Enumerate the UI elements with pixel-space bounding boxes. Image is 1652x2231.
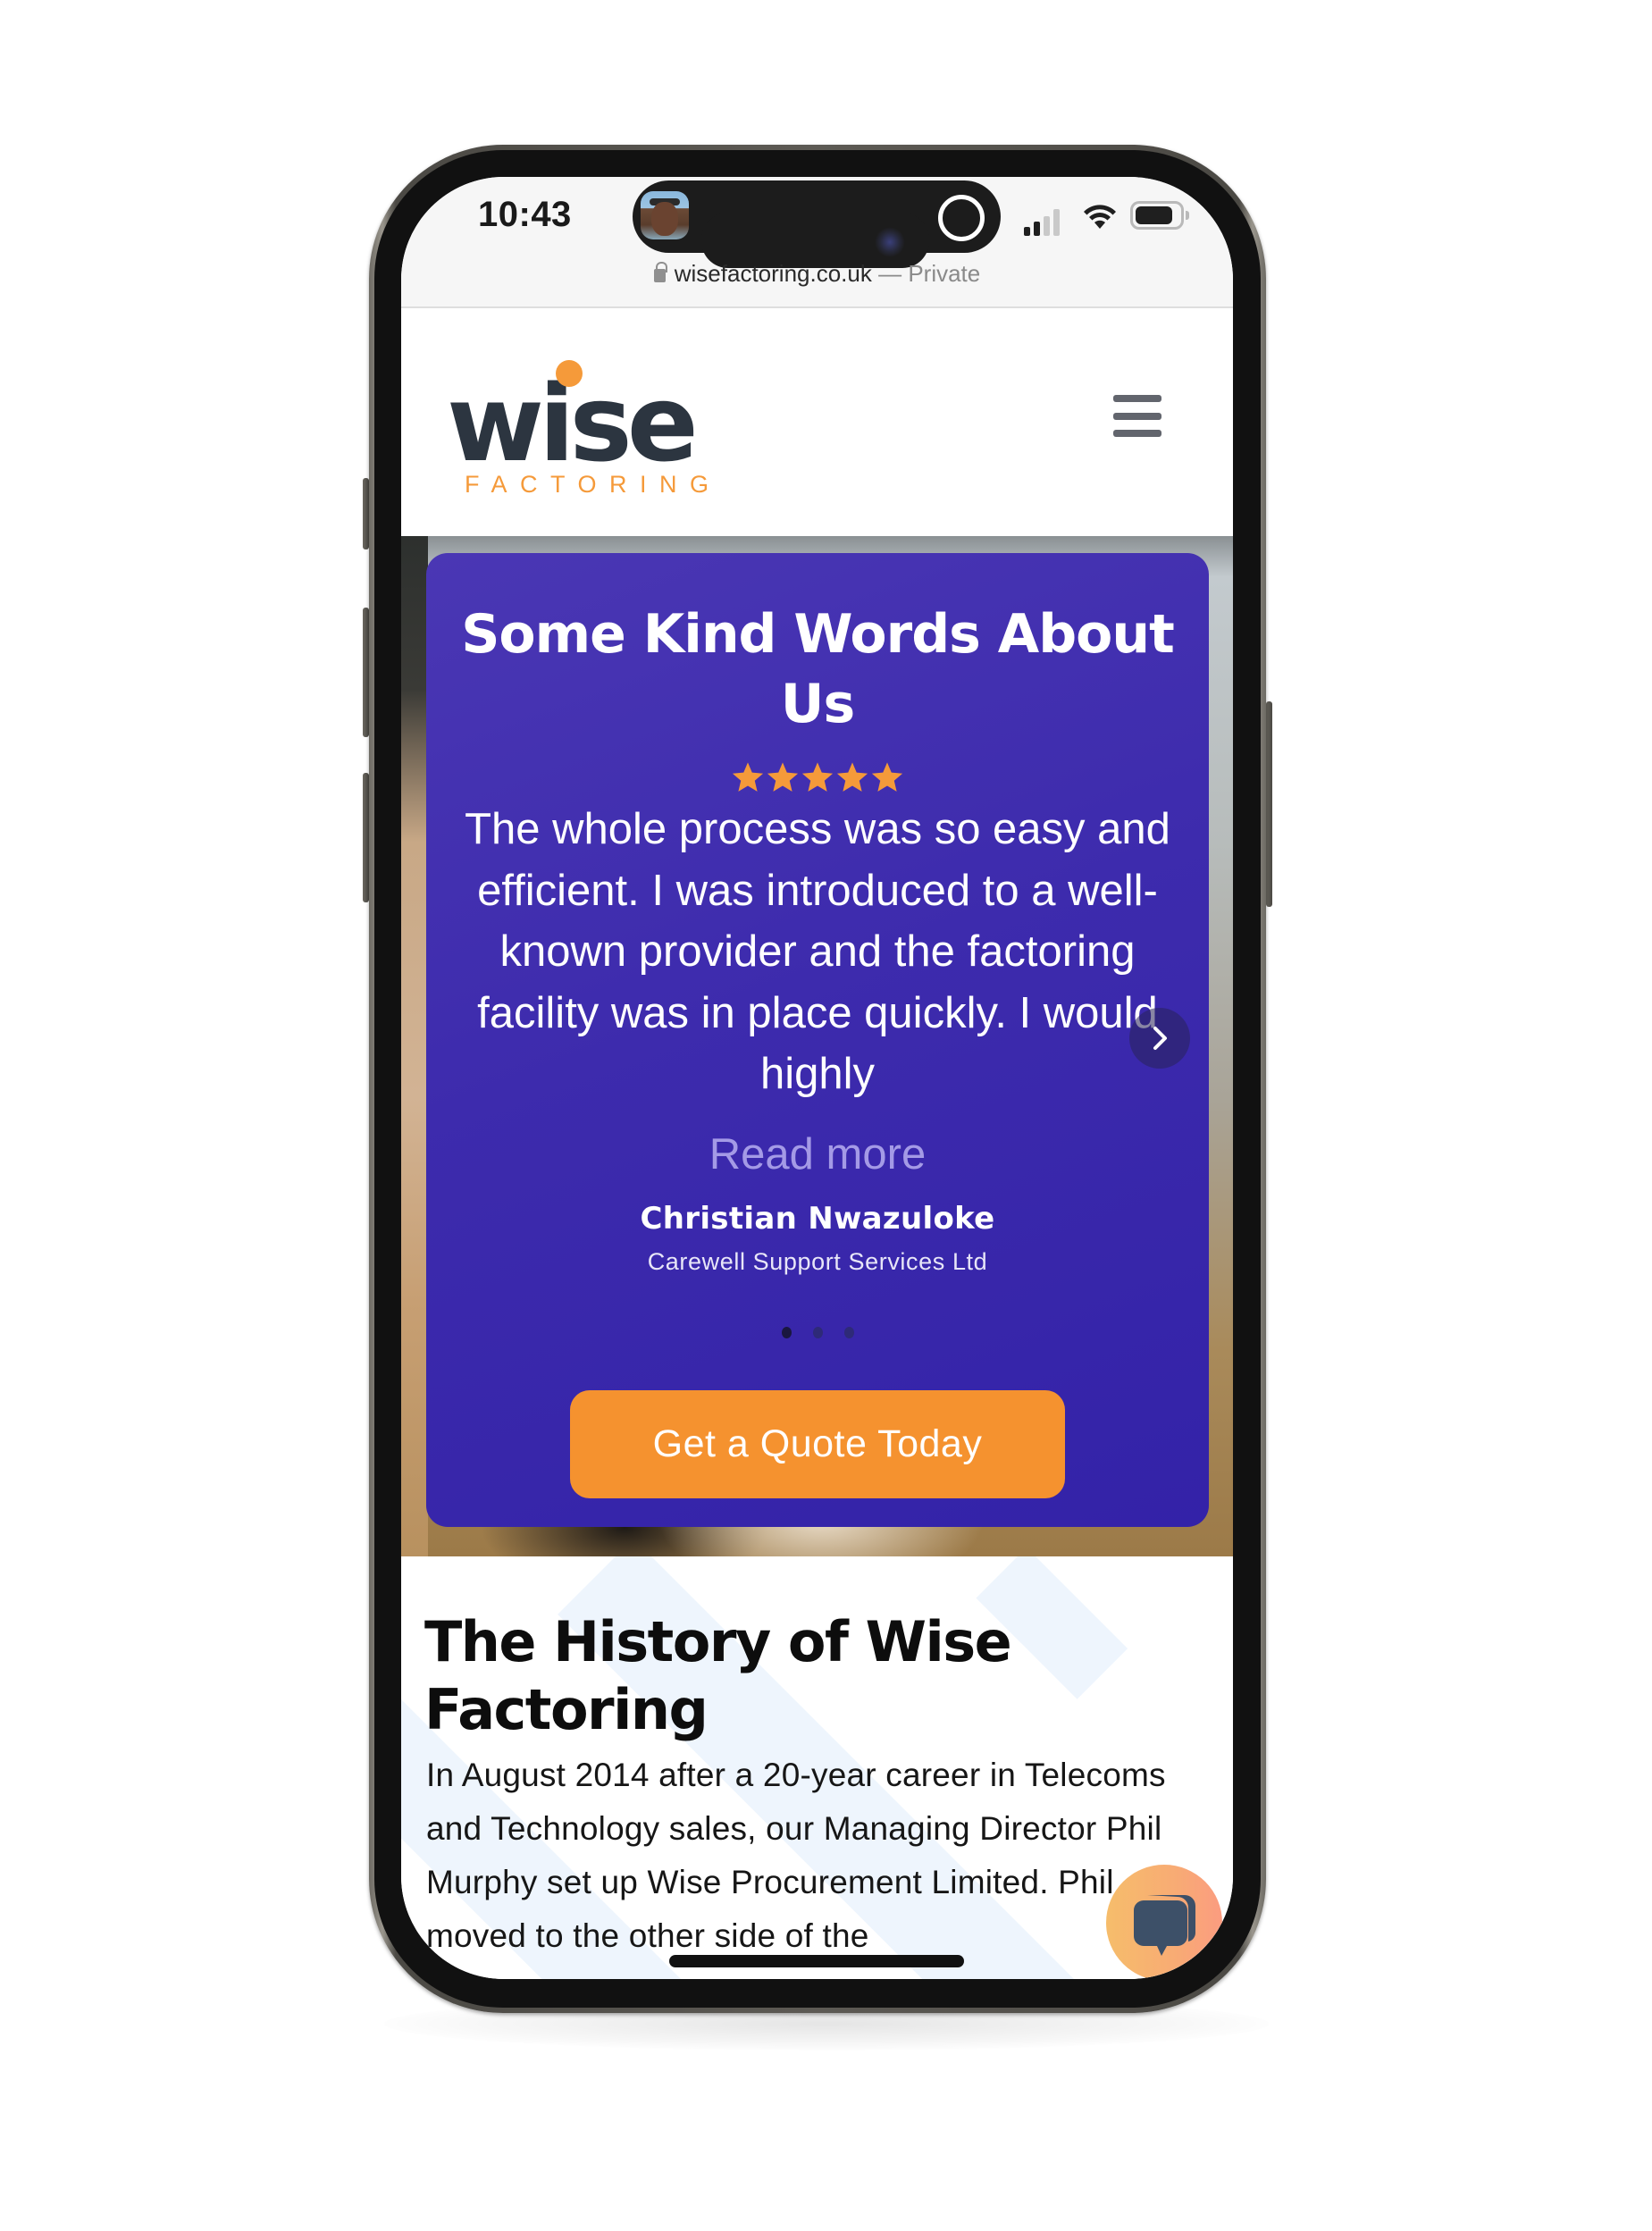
testimonial-quote: The whole process was so easy and effici…	[465, 805, 1170, 1098]
signal-bar	[1034, 222, 1040, 236]
home-indicator[interactable]	[669, 1955, 964, 1967]
reviewer-name: Christian Nwazuloke	[640, 1201, 995, 1237]
url-separator: —	[871, 260, 909, 287]
phone-screen: 10:43 wisefactoring.co.uk — Private wise	[401, 177, 1233, 1979]
phone-volume-up-button	[363, 608, 369, 737]
hamburger-menu-icon[interactable]	[1113, 395, 1161, 440]
phone-action-button	[363, 478, 369, 549]
signal-bar	[1024, 227, 1030, 236]
get-quote-button[interactable]: Get a Quote Today	[570, 1390, 1065, 1498]
facetime-avatar[interactable]	[641, 191, 689, 239]
chat-bubbles-icon	[1134, 1895, 1196, 1956]
lock-icon	[653, 262, 667, 282]
carousel-dot[interactable]	[812, 1327, 823, 1338]
recording-ring-icon	[938, 195, 985, 241]
site-header: wise FACTORING	[401, 308, 1233, 536]
status-time: 10:43	[478, 195, 572, 234]
star-icon	[871, 762, 903, 792]
phone-volume-down-button	[363, 773, 369, 902]
phone-power-button	[1266, 701, 1272, 907]
logo-dot-icon	[556, 360, 583, 387]
star-icon	[767, 762, 799, 792]
reviewer-company: Carewell Support Services Ltd	[647, 1248, 988, 1275]
hero-background-image	[401, 536, 428, 1556]
star-icon	[836, 762, 868, 792]
history-paragraph: In August 2014 after a 20-year career in…	[426, 1757, 1166, 1954]
carousel-dot[interactable]	[781, 1327, 792, 1338]
testimonial-title: Some Kind Words About Us	[461, 603, 1175, 735]
carousel-next-button[interactable]	[1129, 1008, 1190, 1069]
wise-factoring-logo[interactable]: wise FACTORING	[447, 344, 715, 505]
chevron-right-icon	[1153, 1027, 1167, 1050]
address-bar[interactable]: wisefactoring.co.uk — Private	[401, 260, 1233, 288]
signal-bar	[1053, 209, 1060, 236]
star-rating	[426, 760, 1209, 799]
star-icon	[801, 762, 834, 792]
testimonial-hero: Some Kind Words About Us The whole proce…	[401, 536, 1233, 1556]
url-text: wisefactoring.co.uk	[674, 260, 872, 287]
testimonial-card: Some Kind Words About Us The whole proce…	[426, 553, 1209, 1527]
read-more-link[interactable]: Read more	[426, 1129, 1209, 1179]
carousel-dots	[426, 1327, 1209, 1343]
battery-level	[1136, 206, 1172, 224]
browser-top-bar: 10:43 wisefactoring.co.uk — Private	[401, 177, 1233, 308]
battery-icon	[1130, 201, 1189, 230]
carousel-dot[interactable]	[843, 1327, 854, 1338]
front-camera-icon	[875, 227, 905, 257]
wifi-icon	[1084, 205, 1116, 229]
logo-subtitle: FACTORING	[465, 471, 722, 498]
history-heading: The History of Wise Factoring	[424, 1609, 1012, 1742]
live-chat-button[interactable]	[1106, 1865, 1222, 1979]
star-icon	[732, 762, 764, 792]
signal-bar	[1044, 216, 1050, 236]
private-label: Private	[908, 260, 981, 287]
cellular-signal-icon	[1024, 209, 1069, 236]
